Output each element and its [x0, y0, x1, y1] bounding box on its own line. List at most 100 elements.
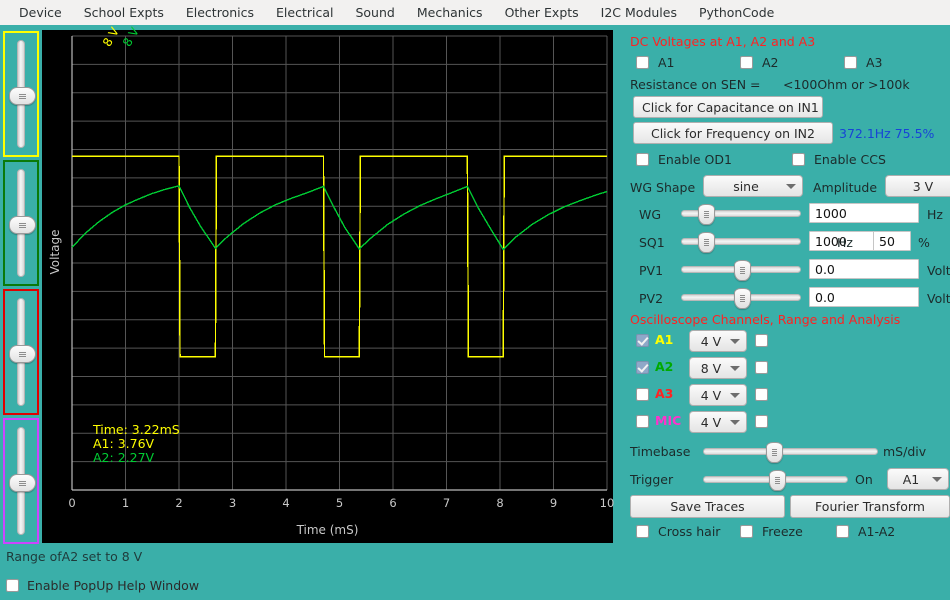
scope-a3-range-select[interactable]: 4 V [689, 384, 747, 406]
menu-item-mechanics[interactable]: Mechanics [406, 2, 494, 23]
wg-slider[interactable] [681, 204, 801, 225]
menu-item-other-expts[interactable]: Other Expts [494, 2, 590, 23]
trigger-source-select[interactable]: A1 [887, 468, 949, 490]
popup-help-row[interactable]: Enable PopUp Help Window [6, 578, 199, 593]
a1-minus-a2-row[interactable]: A1-A2 [836, 524, 895, 539]
menu-item-pythoncode[interactable]: PythonCode [688, 2, 785, 23]
scope-a2-label: A2 [655, 359, 674, 374]
amplitude-select[interactable]: 3 V [885, 175, 950, 197]
wg-shape-value: sine [733, 178, 759, 194]
scope-mic-checkbox[interactable] [636, 415, 649, 428]
menu-item-i2c-modules[interactable]: I2C Modules [590, 2, 688, 23]
dc-channel-a2[interactable]: A2 [740, 55, 779, 70]
pv2-slider[interactable] [681, 288, 801, 309]
plot-x-axis-label: Time (mS) [296, 523, 359, 537]
chevron-down-icon [730, 365, 740, 371]
scope-a2-fft-checkbox[interactable] [755, 361, 768, 374]
dc-channel-a1-checkbox[interactable] [636, 56, 649, 69]
a1-minus-a2-checkbox[interactable] [836, 525, 849, 538]
pv1-value-input[interactable]: 0.0 [809, 259, 919, 279]
scope-a1-range-value: 4 V [700, 333, 722, 349]
cross-hair-checkbox[interactable] [636, 525, 649, 538]
enable-od1-checkbox[interactable] [636, 153, 649, 166]
slider-a2-thumb[interactable] [9, 216, 36, 234]
freeze-label: Freeze [762, 524, 803, 539]
scope-section-title: Oscilloscope Channels, Range and Analysi… [630, 312, 901, 327]
plot-y-axis-label: Voltage [48, 229, 62, 275]
pv2-slider-track [681, 288, 801, 309]
readout-a2: A2: 2.27V [93, 450, 155, 465]
slider-a3-thumb[interactable] [9, 345, 36, 363]
fourier-transform-button[interactable]: Fourier Transform [790, 495, 950, 518]
scope-a3-checkbox[interactable] [636, 388, 649, 401]
x-tick-10: 10 [599, 496, 615, 510]
enable-od1-label: Enable OD1 [658, 152, 732, 167]
cross-hair-row[interactable]: Cross hair [636, 524, 720, 539]
enable-popup-help-checkbox[interactable] [6, 579, 19, 592]
timebase-slider-thumb[interactable] [766, 442, 783, 463]
menu-item-sound[interactable]: Sound [344, 2, 405, 23]
slider-a1[interactable] [3, 31, 39, 157]
capacitance-in1-button[interactable]: Click for Capacitance on IN1 [633, 96, 823, 118]
chevron-down-icon [730, 338, 740, 344]
x-tick-5: 5 [335, 496, 344, 510]
enable-ccs-row[interactable]: Enable CCS [792, 152, 886, 167]
freeze-row[interactable]: Freeze [740, 524, 803, 539]
scope-mic-label: MIC [655, 413, 682, 428]
slider-a1-thumb[interactable] [9, 87, 36, 105]
scope-mic-range-value: 4 V [700, 414, 722, 430]
scope-a2-range-select[interactable]: 8 V [689, 357, 747, 379]
menu-item-school-expts[interactable]: School Expts [73, 2, 175, 23]
sq1-slider-thumb[interactable] [698, 232, 715, 253]
dc-channel-a2-checkbox[interactable] [740, 56, 753, 69]
frequency-in2-button[interactable]: Click for Frequency on IN2 [633, 122, 833, 144]
freeze-checkbox[interactable] [740, 525, 753, 538]
scope-a1-checkbox[interactable] [636, 334, 649, 347]
dc-channel-a2-label: A2 [762, 55, 779, 70]
dc-channel-a3-checkbox[interactable] [844, 56, 857, 69]
menu-item-electrical[interactable]: Electrical [265, 2, 344, 23]
wg-slider-thumb[interactable] [698, 204, 715, 225]
slider-a2[interactable] [3, 160, 39, 286]
pv2-value-input[interactable]: 0.0 [809, 287, 919, 307]
sq1-duty-unit-label: % [918, 235, 930, 250]
enable-od1-row[interactable]: Enable OD1 [636, 152, 732, 167]
chevron-down-icon [730, 392, 740, 398]
slider-a2-track [9, 169, 36, 277]
scope-a1-fft-checkbox[interactable] [755, 334, 768, 347]
scope-mic-fft-checkbox[interactable] [755, 415, 768, 428]
oscilloscope-plot[interactable]: Voltage Time (mS) 0 1 2 3 4 5 6 7 8 9 10 8 V 8 V T… [42, 25, 615, 543]
pv1-slider[interactable] [681, 260, 801, 281]
sq1-duty-input[interactable]: 50 [873, 231, 911, 251]
slider-mic-thumb[interactable] [9, 474, 36, 492]
scope-a3-fft-checkbox[interactable] [755, 388, 768, 401]
pv2-slider-thumb[interactable] [734, 288, 751, 309]
timebase-slider[interactable] [703, 442, 878, 463]
sq1-slider[interactable] [681, 232, 801, 253]
wg-value-input[interactable]: 1000 [809, 203, 919, 223]
scope-mic-range-select[interactable]: 4 V [689, 411, 747, 433]
scope-a1-label: A1 [655, 332, 674, 347]
wg-shape-select[interactable]: sine [703, 175, 803, 197]
trigger-slider-thumb[interactable] [768, 470, 786, 491]
slider-a3[interactable] [3, 289, 39, 415]
dc-channel-a1[interactable]: A1 [636, 55, 675, 70]
resistance-label: Resistance on SEN = [630, 77, 761, 92]
pv2-label: PV2 [639, 291, 664, 306]
menu-bar: Device School Expts Electronics Electrical S… [0, 0, 950, 25]
pv1-label: PV1 [639, 263, 664, 278]
dc-channel-a3[interactable]: A3 [844, 55, 883, 70]
enable-ccs-checkbox[interactable] [792, 153, 805, 166]
slider-a1-track [9, 40, 36, 148]
trigger-slider[interactable] [703, 470, 848, 491]
menu-item-device[interactable]: Device [8, 2, 73, 23]
sq1-slider-track [681, 232, 801, 253]
cross-hair-label: Cross hair [658, 524, 721, 539]
menu-item-electronics[interactable]: Electronics [175, 2, 265, 23]
wg-slider-track [681, 204, 801, 225]
slider-mic[interactable] [3, 418, 39, 544]
pv1-slider-thumb[interactable] [734, 260, 751, 281]
save-traces-button[interactable]: Save Traces [630, 495, 785, 518]
scope-a2-checkbox[interactable] [636, 361, 649, 374]
scope-a1-range-select[interactable]: 4 V [689, 330, 747, 352]
